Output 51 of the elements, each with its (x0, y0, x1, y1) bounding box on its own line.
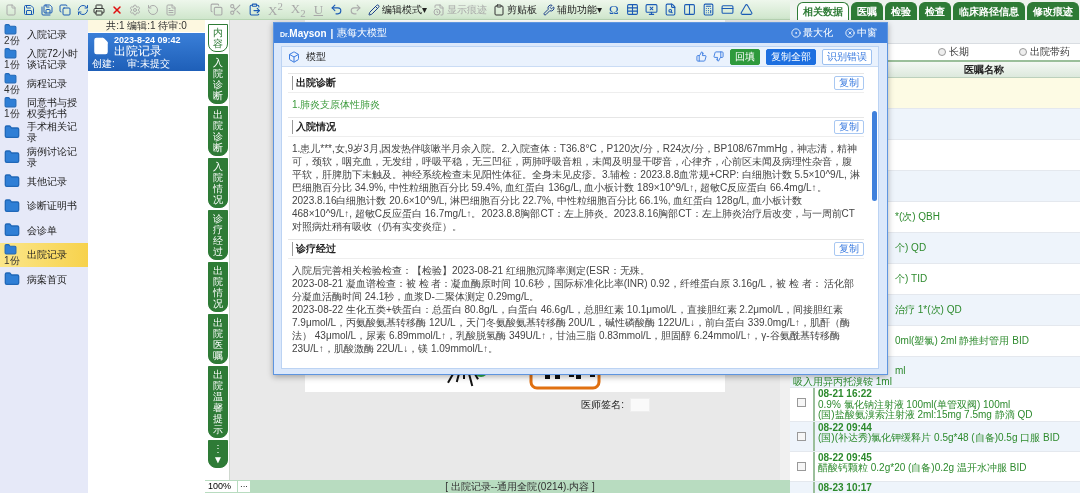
order-text: 治疗 1*(次) QD (895, 304, 962, 316)
order-time: 08-23 10:17 (818, 482, 873, 493)
order-text: ml (895, 366, 906, 377)
record-title: 出院记录 (114, 45, 163, 58)
section-title: 出院诊断 (292, 76, 336, 90)
category-label: 其他记录 (27, 175, 67, 187)
order-text: 醋酸钙颗粒 0.2g*20 (自备)0.2g 温开水冲服 BID (818, 463, 1027, 474)
category-label: 病例讨论记录 (27, 145, 78, 168)
order-time: 08-22 09:44 (818, 422, 873, 433)
order-text: 个) QD (895, 242, 927, 254)
category-label: 病程记录 (27, 77, 67, 89)
zoom-level: 100% (205, 481, 238, 492)
section-text: 入院后完善相关检验检查：【检验】2023-08-21 红细胞沉降率测定(ESR：无殊。 (291, 264, 651, 277)
record-creator: 创建: (92, 58, 115, 69)
order-text: (国)盐酸氨溴索注射液 2ml:15mg 7.5mg 静滴 QD (818, 410, 1033, 421)
signature-label: 医师签名: (581, 398, 624, 412)
record-status: 审:未提交 (126, 58, 170, 69)
category-label: 手术相关记录 (27, 121, 78, 144)
order-text: 吸入用异丙托溴铵 1ml (793, 376, 892, 387)
document-count: 1份 (4, 256, 20, 267)
order-text: 0ml(塑氯) 2ml 静推封管用 BID (895, 335, 1029, 347)
section-text: 2023-08-22 生化五类+铁蛋白：总蛋白 80.8g/L，白蛋白 46.6g/L，总胆红素 10.1μmol/L，直接胆红素 2.2μmol/L，间接胆红素 7.9μmol/L，丙氨酸氨基转移酶 12U/L，天门冬氨酸氨基转移酶 20U/L，碱性磷酸酶 122U/L↓，前白蛋白 339.0mg/L↑，肌酐（酶法） 43μmol/L，尿素 6.89mmol/L↑，乳酸脱氢酶 349U/L↑，甘油三脂 0.83mmol/L，胆固醇 6.24mmol/L↑，γ-谷氨酰基转移酶 23U/L↑，肌酸激酶 22U/L↓，镁 1.09mmol/L↑。 (291, 303, 852, 355)
record-time: 2023-8-24 09:42 (114, 35, 182, 45)
panel-title: 模型 (306, 49, 327, 64)
category-label: 入院72小时谈话记录 (27, 47, 80, 70)
section-title: 诊疗经过 (292, 242, 336, 256)
section-text: 1.肺炎支原体性肺炎 (291, 98, 382, 111)
order-text: (国)(补达秀)氯化钾缓释片 0.5g*48 (自备)0.5g 口服 BID (818, 433, 1060, 444)
category-label: 同意书与授权委托书 (27, 96, 78, 119)
title-separator: | (330, 27, 334, 39)
order-text: 个) TID (895, 273, 928, 285)
section-text: 1.患儿***,女,9岁3月,因发热伴咳嗽半月余入院。2.入院查体：T36.8°C，P120次/分，R24次/分，BP108/67mmHg，神志清，精神可，颈软，咽充血，无发绀，呼吸平稳，无三凹征，两肺呼吸音粗，未闻及明显干啰音，心律齐，心前区未闻及病理性杂音，腹平软，肝脾肋下未触及。神经系统检查未见阳性体征。全身未见皮疹。3.辅检：2023.8.8血常规+CRP: 白细胞计数 5.5×10^9/L, 淋巴细胞百分比 34.9%, 中性粒细胞百分比 59.4%, 血红蛋白 136g/L, 血小板计数 189×10^9/L↑, 超敏C反应蛋白 66.4mg/L↑。2023.8.16白细胞计数 20.6×10^9/L, 淋巴细胞百分比 22.7%, 中性粒细胞百分比 66.1%, 血红蛋白 128g/L, 血小板计数 468×10^9/L↑, 超敏C反应蛋白 16.7mg/L↑。2023.8.8胸部CT：左上肺炎。2023.8.16胸部CT：左上肺炎治疗后改变，与一周前CT对照病灶稍有吸收（仍有实变炎症）。 (291, 142, 861, 233)
record-summary: 共:1 编辑:1 待审:0 (88, 20, 205, 32)
section-text: 2023-08-21 凝血谱检查：被 检 者：凝血酶原时间 10.6秒，国际标准化比率(INR) 0.92，纤维蛋白原 3.16g/L，被 检 者： 活化部分凝血活酶时间 24.1秒，血浆D-二聚体测定 0.29mg/L。 (291, 277, 856, 303)
category-label: 会诊单 (27, 224, 57, 236)
document-count: 2份 (4, 35, 20, 46)
dialog-title: 惠每大模型 (337, 26, 389, 40)
status-caption: [ 出院记录--通用全院(0214).内容 ] (444, 479, 596, 493)
order-text: *(次) QBH (895, 211, 940, 223)
order-text: 0.9% 氯化钠注射液 100ml(单管双阀) 100ml (818, 399, 1011, 410)
category-label: 出院记录 (27, 249, 67, 261)
order-time: 08-21 16:22 (818, 389, 873, 400)
document-count: 1份 (4, 60, 20, 71)
column-header: 医嘱名称 (964, 62, 1004, 77)
category-label: 入院记录 (27, 28, 67, 40)
category-label: 诊断证明书 (27, 200, 77, 212)
category-label: 病案首页 (27, 273, 67, 285)
order-time: 08-22 09:45 (818, 452, 873, 463)
document-count: 1份 (4, 109, 20, 120)
section-title: 入院情况 (292, 120, 336, 134)
document-count: 4份 (4, 84, 20, 95)
